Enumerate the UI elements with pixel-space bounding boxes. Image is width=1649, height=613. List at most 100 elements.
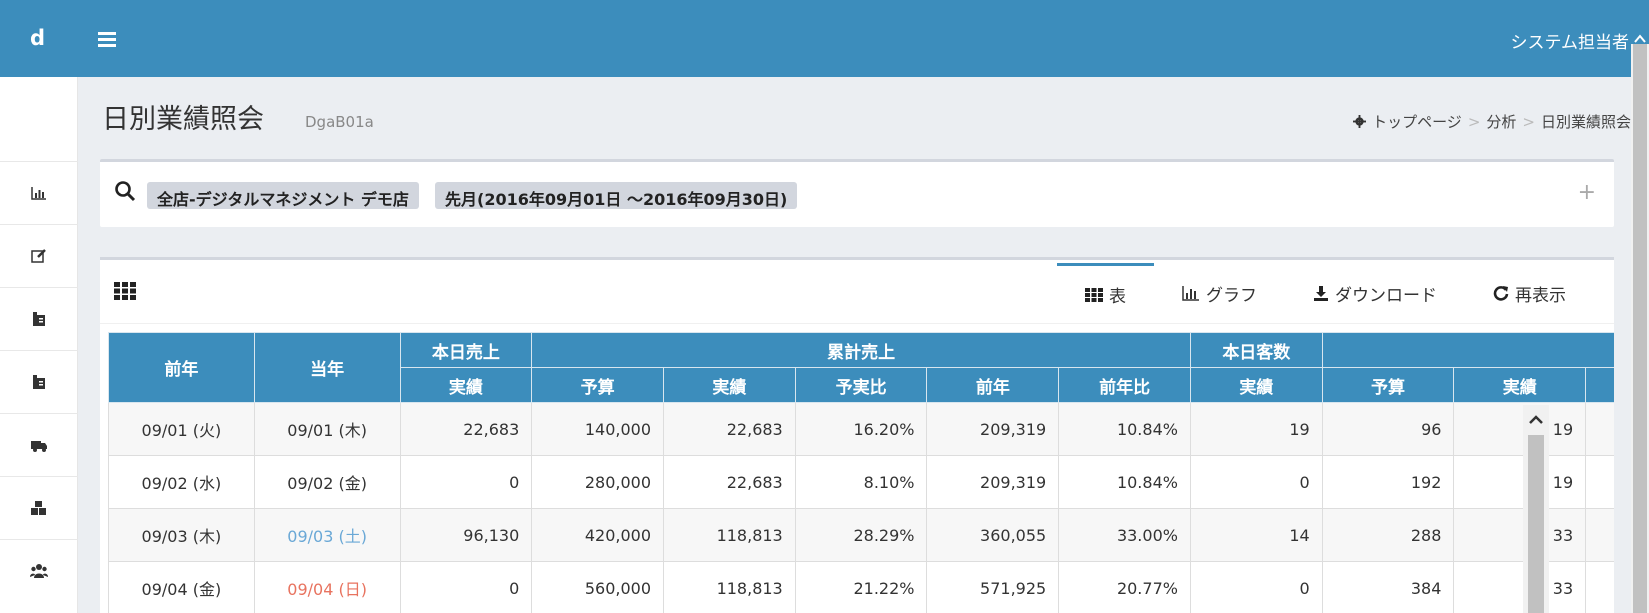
tab-graph[interactable]: グラフ [1154, 263, 1285, 323]
date-cell: 09/04 (日) [253, 561, 401, 613]
sidebar-item-edit[interactable] [0, 224, 78, 287]
value-cell: 209,319 [926, 455, 1060, 509]
page-scrollbar[interactable] [1631, 44, 1649, 613]
header-daily-sales: 本日売上 [399, 332, 533, 368]
tab-label: 再表示 [1515, 285, 1566, 306]
header-this-year: 当年 [253, 332, 401, 403]
breadcrumb-separator: > [1467, 112, 1481, 131]
tab-refresh[interactable]: 再表示 [1465, 263, 1594, 323]
value-cell [1585, 561, 1614, 613]
hamburger-menu-icon[interactable] [98, 32, 116, 47]
value-cell: 28.29% [794, 508, 928, 562]
value-cell: 16.20% [794, 402, 928, 456]
store-filter-chip[interactable]: 全店-デジタルマネジメント デモ店 [147, 182, 419, 209]
breadcrumb-analysis[interactable]: 分析 [1486, 111, 1516, 132]
cubes-icon [31, 501, 46, 515]
value-cell: 33 [1453, 508, 1587, 562]
subheader-yoy-ratio: 前年比 [1058, 367, 1191, 403]
value-cell: 118,813 [663, 508, 796, 562]
header-prev-year: 前年 [108, 332, 255, 403]
breadcrumb: トップページ > 分析 > 日別業績照会 [1353, 111, 1631, 132]
expand-filter-button[interactable]: + [1578, 180, 1596, 205]
tab-label: 表 [1109, 287, 1126, 307]
value-cell: 0 [1189, 561, 1323, 613]
brand-logo[interactable]: d [30, 26, 45, 50]
value-cell: 192 [1321, 455, 1455, 509]
top-navbar: d システム担当者 [0, 0, 1649, 77]
value-cell: 384 [1321, 561, 1455, 613]
download-icon [1314, 286, 1328, 301]
subheader-budget: 予算 [531, 367, 664, 403]
date-cell: 09/01 (火) [108, 402, 255, 456]
tab-download[interactable]: ダウンロード [1285, 263, 1465, 323]
subheader-budget-ratio: 予 [1585, 367, 1614, 403]
value-cell [1585, 455, 1614, 509]
subheader-actual: 実績 [1453, 367, 1587, 403]
value-cell: 288 [1321, 508, 1455, 562]
sidebar [0, 77, 78, 613]
gear-icon [1353, 115, 1367, 128]
breadcrumb-home[interactable]: トップページ [1372, 111, 1462, 132]
daily-results-table: 前年 当年 本日売上 累計売上 本日客数 累計 実績 予算 実績 予実比 前年 … [108, 332, 1614, 613]
value-cell: 0 [1189, 455, 1323, 509]
page-scrollbar-thumb[interactable] [1633, 44, 1647, 613]
value-cell: 140,000 [531, 402, 664, 456]
sidebar-item-delivery[interactable] [0, 413, 78, 476]
user-menu[interactable]: システム担当者 [1511, 28, 1630, 53]
value-cell: 33.00% [1058, 508, 1191, 562]
subheader-actual: 実績 [663, 367, 796, 403]
sidebar-item-analysis[interactable] [0, 161, 78, 224]
value-cell: 96 [1321, 402, 1455, 456]
table-row: 09/01 (火) 09/01 (木) 22,683 140,000 22,683 16.… [108, 402, 1614, 456]
period-filter-chip[interactable]: 先月(2016年09月01日 〜2016年09月30日) [435, 182, 798, 209]
date-cell: 09/03 (木) [108, 508, 255, 562]
value-cell: 19 [1453, 402, 1587, 456]
edit-icon [31, 249, 46, 263]
table-scrollbar-thumb[interactable] [1528, 435, 1544, 613]
value-cell: 420,000 [531, 508, 664, 562]
value-cell: 22,683 [399, 402, 533, 456]
sidebar-item-inventory[interactable] [0, 476, 78, 539]
value-cell: 33 [1453, 561, 1587, 613]
tab-table[interactable]: 表 [1057, 263, 1154, 323]
users-icon [30, 564, 48, 578]
file-icon [33, 375, 45, 389]
value-cell: 22,683 [663, 455, 796, 509]
value-cell: 560,000 [531, 561, 664, 613]
table-row: 09/03 (木) 09/03 (土) 96,130 420,000 118,813 28… [108, 508, 1614, 562]
table-scrollbar[interactable] [1523, 405, 1549, 613]
value-cell: 209,319 [926, 402, 1060, 456]
value-cell: 19 [1453, 455, 1587, 509]
tab-label: ダウンロード [1335, 285, 1437, 306]
value-cell: 280,000 [531, 455, 664, 509]
bar-chart-icon [31, 187, 46, 200]
grid-icon [114, 282, 136, 300]
value-cell: 22,683 [663, 402, 796, 456]
view-tabs: 表 グラフ ダウンロード 再表示 [1057, 263, 1594, 323]
chevron-up-icon[interactable] [1523, 407, 1549, 433]
sidebar-item-file-1[interactable] [0, 287, 78, 350]
results-panel: 表 グラフ ダウンロード 再表示 前年 当年 本日売上 累計売上 本日客数 実績… [100, 257, 1614, 613]
subheader-prev-year: 前年 [926, 367, 1060, 403]
page-title: 日別業績照会 [102, 104, 264, 135]
sidebar-item-file-2[interactable] [0, 350, 78, 413]
table-row: 09/02 (水) 09/02 (金) 0 280,000 22,683 8.10% 209… [108, 455, 1614, 509]
value-cell: 571,925 [926, 561, 1060, 613]
value-cell: 10.84% [1058, 455, 1191, 509]
value-cell: 20.77% [1058, 561, 1191, 613]
data-table-wrapper[interactable]: 前年 当年 本日売上 累計売上 本日客数 累計 実績 予算 実績 予実比 前年 … [108, 332, 1614, 613]
bar-chart-icon [1182, 286, 1199, 301]
value-cell: 0 [399, 561, 533, 613]
header-daily-customers: 本日客数 [1189, 332, 1323, 368]
value-cell: 0 [399, 455, 533, 509]
search-icon[interactable] [114, 180, 136, 202]
value-cell: 21.22% [794, 561, 928, 613]
date-cell: 09/02 (水) [108, 455, 255, 509]
date-cell: 09/02 (金) [253, 455, 401, 509]
value-cell: 118,813 [663, 561, 796, 613]
grid-icon [1085, 287, 1103, 302]
date-cell: 09/03 (土) [253, 508, 401, 562]
value-cell: 8.10% [794, 455, 928, 509]
sidebar-item-users[interactable] [0, 539, 78, 602]
truck-icon [31, 441, 47, 452]
